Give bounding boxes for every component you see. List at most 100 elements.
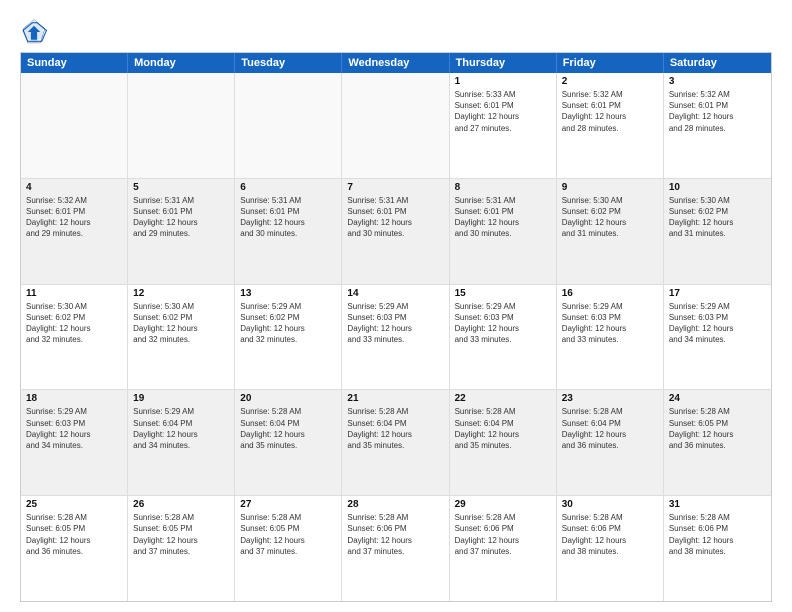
calendar-cell-r1-c5: 9 Sunrise: 5:30 AM Sunset: 6:02 PM Daylig… [557,179,664,284]
calendar-cell-r0-c0 [21,73,128,178]
logo [20,18,52,46]
calendar-cell-r1-c6: 10Sunrise: 5:30 AM Sunset: 6:02 PM Dayli… [664,179,771,284]
calendar-cell-r0-c4: 1 Sunrise: 5:33 AM Sunset: 6:01 PM Daylig… [450,73,557,178]
day-number: 16 [562,288,658,299]
header [20,18,772,46]
logo-icon [20,18,48,46]
day-number: 6 [240,182,336,193]
calendar-header-tuesday: Tuesday [235,53,342,73]
calendar-cell-r1-c1: 5 Sunrise: 5:31 AM Sunset: 6:01 PM Daylig… [128,179,235,284]
calendar: SundayMondayTuesdayWednesdayThursdayFrid… [20,52,772,602]
calendar-cell-r4-c2: 27 Sunrise: 5:28 AM Sunset: 6:05 PM Dayli… [235,496,342,601]
cell-content: Sunrise: 5:29 AM Sunset: 6:03 PM Dayligh… [562,301,658,346]
day-number: 15 [455,288,551,299]
calendar-cell-r2-c6: 17Sunrise: 5:29 AM Sunset: 6:03 PM Dayli… [664,285,771,390]
calendar-cell-r2-c5: 16 Sunrise: 5:29 AM Sunset: 6:03 PM Dayli… [557,285,664,390]
cell-content: Sunrise: 5:28 AM Sunset: 6:05 PM Dayligh… [240,512,336,557]
day-number: 9 [562,182,658,193]
calendar-header-sunday: Sunday [21,53,128,73]
day-number: 18 [26,393,122,404]
cell-content: Sunrise: 5:33 AM Sunset: 6:01 PM Dayligh… [455,89,551,134]
calendar-cell-r0-c5: 2 Sunrise: 5:32 AM Sunset: 6:01 PM Daylig… [557,73,664,178]
calendar-cell-r3-c4: 22Sunrise: 5:28 AM Sunset: 6:04 PM Dayli… [450,390,557,495]
day-number: 22 [455,393,551,404]
calendar-header-monday: Monday [128,53,235,73]
day-number: 30 [562,499,658,510]
day-number: 20 [240,393,336,404]
calendar-row-0: 1 Sunrise: 5:33 AM Sunset: 6:01 PM Daylig… [21,73,771,179]
calendar-cell-r1-c2: 6 Sunrise: 5:31 AM Sunset: 6:01 PM Daylig… [235,179,342,284]
day-number: 2 [562,76,658,87]
day-number: 7 [347,182,443,193]
calendar-cell-r2-c4: 15 Sunrise: 5:29 AM Sunset: 6:03 PM Dayli… [450,285,557,390]
cell-content: Sunrise: 5:28 AM Sunset: 6:05 PM Dayligh… [133,512,229,557]
calendar-body: 1 Sunrise: 5:33 AM Sunset: 6:01 PM Daylig… [21,73,771,601]
calendar-cell-r1-c0: 4 Sunrise: 5:32 AM Sunset: 6:01 PM Daylig… [21,179,128,284]
cell-content: Sunrise: 5:28 AM Sunset: 6:04 PM Dayligh… [347,406,443,451]
page: SundayMondayTuesdayWednesdayThursdayFrid… [0,0,792,612]
calendar-row-3: 18 Sunrise: 5:29 AM Sunset: 6:03 PM Dayli… [21,390,771,496]
cell-content: Sunrise: 5:30 AM Sunset: 6:02 PM Dayligh… [562,195,658,240]
calendar-cell-r3-c5: 23Sunrise: 5:28 AM Sunset: 6:04 PM Dayli… [557,390,664,495]
calendar-cell-r2-c3: 14 Sunrise: 5:29 AM Sunset: 6:03 PM Dayli… [342,285,449,390]
day-number: 27 [240,499,336,510]
calendar-header-saturday: Saturday [664,53,771,73]
day-number: 11 [26,288,122,299]
calendar-row-2: 11 Sunrise: 5:30 AM Sunset: 6:02 PM Dayli… [21,285,771,391]
calendar-cell-r3-c1: 19 Sunrise: 5:29 AM Sunset: 6:04 PM Dayli… [128,390,235,495]
cell-content: Sunrise: 5:32 AM Sunset: 6:01 PM Dayligh… [562,89,658,134]
calendar-header-friday: Friday [557,53,664,73]
day-number: 29 [455,499,551,510]
calendar-cell-r4-c5: 30 Sunrise: 5:28 AM Sunset: 6:06 PM Dayli… [557,496,664,601]
cell-content: Sunrise: 5:29 AM Sunset: 6:03 PM Dayligh… [347,301,443,346]
calendar-cell-r0-c1 [128,73,235,178]
day-number: 8 [455,182,551,193]
day-number: 5 [133,182,229,193]
calendar-cell-r0-c2 [235,73,342,178]
day-number: 13 [240,288,336,299]
calendar-cell-r0-c6: 3Sunrise: 5:32 AM Sunset: 6:01 PM Daylig… [664,73,771,178]
day-number: 19 [133,393,229,404]
day-number: 31 [669,499,766,510]
cell-content: Sunrise: 5:28 AM Sunset: 6:05 PM Dayligh… [26,512,122,557]
cell-content: Sunrise: 5:31 AM Sunset: 6:01 PM Dayligh… [133,195,229,240]
day-number: 3 [669,76,766,87]
day-number: 14 [347,288,443,299]
day-number: 1 [455,76,551,87]
calendar-header-thursday: Thursday [450,53,557,73]
day-number: 23 [562,393,658,404]
day-number: 28 [347,499,443,510]
day-number: 25 [26,499,122,510]
cell-content: Sunrise: 5:31 AM Sunset: 6:01 PM Dayligh… [240,195,336,240]
calendar-cell-r2-c1: 12 Sunrise: 5:30 AM Sunset: 6:02 PM Dayli… [128,285,235,390]
cell-content: Sunrise: 5:28 AM Sunset: 6:06 PM Dayligh… [455,512,551,557]
cell-content: Sunrise: 5:29 AM Sunset: 6:03 PM Dayligh… [669,301,766,346]
cell-content: Sunrise: 5:28 AM Sunset: 6:06 PM Dayligh… [562,512,658,557]
calendar-row-4: 25 Sunrise: 5:28 AM Sunset: 6:05 PM Dayli… [21,496,771,601]
cell-content: Sunrise: 5:31 AM Sunset: 6:01 PM Dayligh… [347,195,443,240]
cell-content: Sunrise: 5:32 AM Sunset: 6:01 PM Dayligh… [26,195,122,240]
calendar-cell-r2-c2: 13Sunrise: 5:29 AM Sunset: 6:02 PM Dayli… [235,285,342,390]
cell-content: Sunrise: 5:30 AM Sunset: 6:02 PM Dayligh… [669,195,766,240]
cell-content: Sunrise: 5:28 AM Sunset: 6:04 PM Dayligh… [240,406,336,451]
day-number: 12 [133,288,229,299]
cell-content: Sunrise: 5:29 AM Sunset: 6:03 PM Dayligh… [455,301,551,346]
calendar-cell-r2-c0: 11 Sunrise: 5:30 AM Sunset: 6:02 PM Dayli… [21,285,128,390]
calendar-row-1: 4 Sunrise: 5:32 AM Sunset: 6:01 PM Daylig… [21,179,771,285]
cell-content: Sunrise: 5:29 AM Sunset: 6:04 PM Dayligh… [133,406,229,451]
calendar-cell-r1-c4: 8 Sunrise: 5:31 AM Sunset: 6:01 PM Daylig… [450,179,557,284]
day-number: 4 [26,182,122,193]
cell-content: Sunrise: 5:31 AM Sunset: 6:01 PM Dayligh… [455,195,551,240]
calendar-cell-r3-c6: 24Sunrise: 5:28 AM Sunset: 6:05 PM Dayli… [664,390,771,495]
calendar-cell-r4-c6: 31Sunrise: 5:28 AM Sunset: 6:06 PM Dayli… [664,496,771,601]
cell-content: Sunrise: 5:29 AM Sunset: 6:03 PM Dayligh… [26,406,122,451]
day-number: 21 [347,393,443,404]
day-number: 26 [133,499,229,510]
cell-content: Sunrise: 5:30 AM Sunset: 6:02 PM Dayligh… [26,301,122,346]
calendar-cell-r4-c0: 25 Sunrise: 5:28 AM Sunset: 6:05 PM Dayli… [21,496,128,601]
calendar-cell-r1-c3: 7 Sunrise: 5:31 AM Sunset: 6:01 PM Daylig… [342,179,449,284]
calendar-header-row: SundayMondayTuesdayWednesdayThursdayFrid… [21,53,771,73]
calendar-cell-r3-c2: 20 Sunrise: 5:28 AM Sunset: 6:04 PM Dayli… [235,390,342,495]
cell-content: Sunrise: 5:30 AM Sunset: 6:02 PM Dayligh… [133,301,229,346]
cell-content: Sunrise: 5:28 AM Sunset: 6:06 PM Dayligh… [347,512,443,557]
